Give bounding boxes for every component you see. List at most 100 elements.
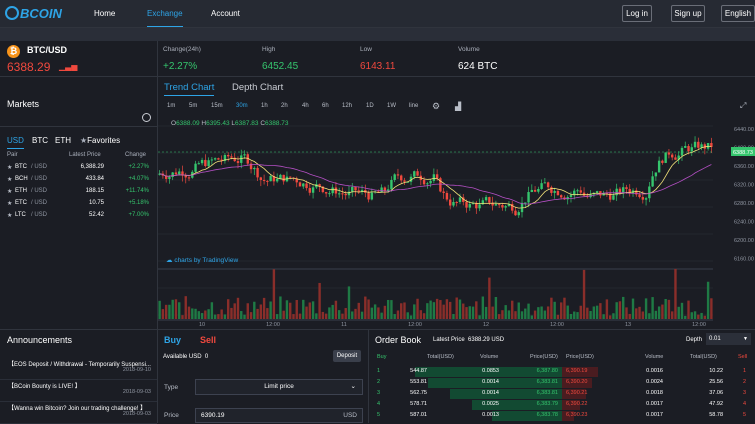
timeframe-1m[interactable]: 1m [167,103,175,109]
deposit-button[interactable]: Deposit [333,350,361,362]
favorite-star-icon[interactable]: ★ [7,176,12,183]
order-type-select[interactable]: Limit price ⌄ [195,379,363,395]
time-tick: 12:00 [692,322,706,328]
change-value: +2.27% [163,61,198,72]
timeframe-1d[interactable]: 1D [366,103,374,109]
volume-bar [514,311,517,319]
market-price: 433.84 [85,176,104,182]
favorite-star-icon[interactable]: ★ [7,200,12,207]
candle-body [543,182,547,184]
timeframe-15m[interactable]: 15m [211,103,223,109]
orderbook-row[interactable]: 4 578.71 0.0025 6,383.79 6,390.22 0.0017… [370,400,755,410]
volume-bar [328,307,331,319]
candle-body [204,159,207,167]
candle-body [622,187,625,193]
volume-bar [533,310,537,319]
volume-bar [478,315,481,319]
candle-body [527,192,530,203]
volume-bar [289,302,292,319]
favorite-star-icon[interactable]: ★ [7,188,12,195]
language-button[interactable]: English [721,5,755,22]
volume-bar [383,305,387,319]
candle-body [452,201,455,206]
market-quote: / USD [31,188,48,194]
candle-body [184,175,187,178]
market-row[interactable]: ★ BCH / USD 433.84 +4.07% [0,174,155,186]
signup-button[interactable]: Sign up [671,5,705,22]
nav-exchange[interactable]: Exchange [147,9,183,27]
orderbook-header: Total(USD) [690,354,717,360]
settings-icon[interactable]: ⚙ [432,101,440,112]
candle-body [569,194,573,198]
candle-body [178,171,181,175]
nav-account[interactable]: Account [211,9,240,18]
timeframe-30m[interactable]: 30m [236,103,248,109]
buy-tab[interactable]: Buy [164,335,181,345]
orderbook-row[interactable]: 1 544.87 0.0853 6,387.80 6,390.19 0.0016… [370,367,755,377]
candle-body [595,191,599,193]
tab-trend-chart[interactable]: Trend Chart [164,82,215,96]
orderbook-header: Volume [480,354,499,360]
market-tab-btc[interactable]: BTC [32,136,48,145]
volume-bar [497,314,501,319]
candle-body [448,199,452,206]
timeframe-12h[interactable]: 12h [342,103,352,109]
candle-body [324,192,328,194]
volume-bar [690,312,693,319]
tab-depth-chart[interactable]: Depth Chart [232,82,283,93]
tradingview-watermark[interactable]: ☁ charts by TradingView [166,256,238,264]
fullscreen-icon[interactable]: ⤢ [740,101,746,111]
timeframe-1h[interactable]: 1h [261,103,268,109]
orderbook-row[interactable]: 3 562.75 0.0014 6,383.81 6,390.21 0.0018… [370,389,755,399]
last-price: 6388.29 [7,60,51,74]
market-tab-usd[interactable]: USD [7,136,24,149]
announcement-item[interactable]: 【BCoin Bounty is LIVE! 】 2018-09-03 [0,380,157,402]
orderbook-row[interactable]: 5 587.01 0.0013 6,383.78 6,390.23 0.0017… [370,411,755,421]
time-tick: 11 [341,322,347,328]
candle-body [259,177,263,180]
volume-bar [390,300,393,319]
market-tab-favorites[interactable]: ★Favorites [80,136,120,145]
timeframe-2h[interactable]: 2h [281,103,288,109]
market-quote: / USD [31,212,48,218]
announcement-item[interactable]: 【Wanna win Bitcoin? Join our trading cha… [0,402,157,424]
search-icon[interactable] [142,113,151,122]
announcement-item[interactable]: 【EOS Deposit / Withdrawal - Temporarily … [0,358,157,380]
candle-body [556,191,560,196]
sell-tab[interactable]: Sell [200,335,216,345]
timeframe-5m[interactable]: 5m [189,103,197,109]
orderbook-header: Sell [738,354,748,360]
volume-bar [396,310,400,319]
timeframe-6h[interactable]: 6h [322,103,329,109]
favorite-star-icon[interactable]: ★ [7,212,12,219]
price-input[interactable]: 6390.19 USD [195,408,363,423]
login-button[interactable]: Log in [622,5,652,22]
timeframe-1w[interactable]: 1W [387,103,396,109]
col-pair: Pair [7,152,18,158]
candle-body [266,180,269,182]
volume-bar [657,306,661,319]
candle-body [269,176,272,182]
timeframe-line[interactable]: line [409,103,418,109]
brand-logo[interactable]: BCOIN [5,6,62,21]
indicators-icon[interactable]: ▟ [455,102,461,111]
timeframe-4h[interactable]: 4h [302,103,309,109]
volume-bar [706,281,710,319]
market-row[interactable]: ★ ETC / USD 10.75 +5.18% [0,198,155,210]
time-tick: 12 [483,322,489,328]
market-row[interactable]: ★ LTC / USD 52.42 +7.00% [0,210,155,222]
volume-bar [275,314,279,319]
depth-select[interactable]: 0.01 ▼ [706,333,751,345]
favorite-star-icon[interactable]: ★ [7,164,12,171]
volume-bar [677,306,680,319]
candlestick-chart[interactable]: 6440.006400.006360.006320.006280.006240.… [158,114,755,330]
volume-bar [364,296,367,319]
volume-bar [409,315,413,319]
nav-home[interactable]: Home [94,9,115,18]
market-row[interactable]: ★ ETH / USD 188.15 +11.74% [0,186,155,198]
market-row[interactable]: ★ BTC / USD 6,388.29 +2.27% [0,162,155,174]
orderbook-row[interactable]: 2 553.81 0.0014 6,383.81 6,390.20 0.0024… [370,378,755,388]
volume-bar [462,303,465,319]
candle-body [693,141,697,148]
market-tab-eth[interactable]: ETH [55,136,71,145]
